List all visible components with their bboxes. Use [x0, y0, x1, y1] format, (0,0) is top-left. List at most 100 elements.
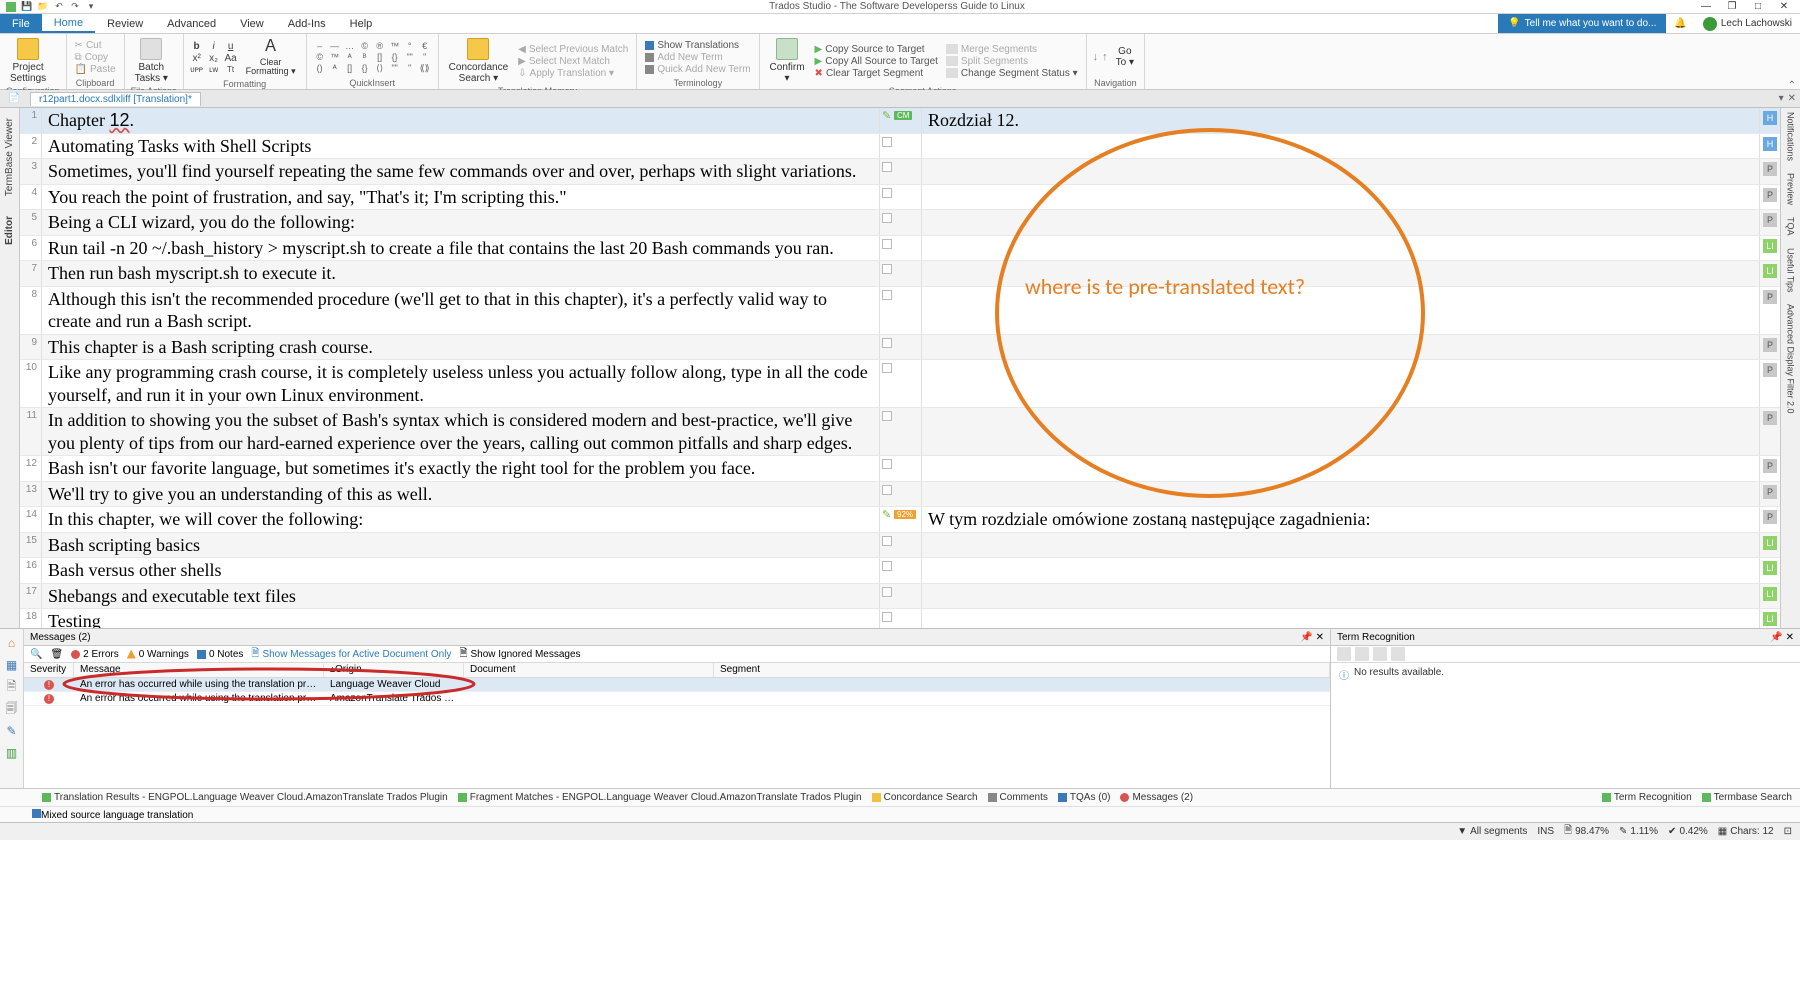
close-button[interactable]: ✕ [1774, 1, 1794, 13]
maximize-button[interactable]: □ [1748, 1, 1768, 13]
status-cell[interactable] [880, 261, 922, 286]
source-cell[interactable]: We'll try to give you an understanding o… [42, 482, 880, 507]
add-new-term[interactable]: Add New Term [643, 52, 752, 63]
source-cell[interactable]: Run tail -n 20 ~/.bash_history > myscrip… [42, 236, 880, 261]
status-cell[interactable] [880, 533, 922, 558]
target-cell[interactable] [922, 360, 1760, 407]
status-expand-icon[interactable]: ⊡ [1784, 826, 1792, 837]
nav-editor-icon[interactable]: ✎ [4, 723, 20, 739]
ql-open[interactable]: 📁 [36, 0, 50, 14]
tab-notifications[interactable]: Notifications [1786, 112, 1796, 161]
segment-row[interactable]: 14In this chapter, we will cover the fol… [20, 507, 1780, 533]
show-ignored[interactable]: 🗎 Show Ignored Messages [459, 646, 580, 663]
doc-close-icon[interactable]: ✕ [1788, 93, 1796, 104]
status-cell[interactable]: ✎92% [880, 507, 922, 532]
status-cell[interactable] [880, 185, 922, 210]
formatting-controls[interactable]: biu x²x₂Aa ᴜᴘᴘʟᴡTt [190, 41, 238, 74]
cut-button[interactable]: ✂ Cut [73, 40, 118, 51]
segment-row[interactable]: 1Chapter 12.✎CMRozdział 12.H [20, 108, 1780, 134]
target-cell[interactable] [922, 609, 1760, 628]
nav-reports-icon[interactable]: 🗐 [4, 701, 20, 717]
tr-tb1[interactable] [1337, 647, 1351, 661]
status-cell[interactable] [880, 236, 922, 261]
tab-addins[interactable]: Add-Ins [276, 14, 338, 33]
source-cell[interactable]: Sometimes, you'll find yourself repeatin… [42, 159, 880, 184]
source-cell[interactable]: Then run bash myscript.sh to execute it. [42, 261, 880, 286]
errors-chip[interactable]: 2 Errors [71, 649, 119, 660]
target-cell[interactable] [922, 408, 1760, 455]
termrec-close-icon[interactable]: ✕ [1786, 632, 1794, 643]
tr-tb3[interactable] [1373, 647, 1387, 661]
ql-undo[interactable]: ↶ [52, 0, 66, 14]
show-active-doc[interactable]: 🗎 Show Messages for Active Document Only [251, 646, 451, 663]
source-cell[interactable]: Automating Tasks with Shell Scripts [42, 134, 880, 159]
target-cell[interactable] [922, 584, 1760, 609]
merge-segments[interactable]: Merge Segments [944, 44, 1080, 55]
source-cell[interactable]: This chapter is a Bash scripting crash c… [42, 335, 880, 360]
clear-target[interactable]: ✖Clear Target Segment [813, 68, 940, 79]
nav-files-icon[interactable]: 🗎 [4, 679, 20, 695]
status-cell[interactable] [880, 335, 922, 360]
restore-button[interactable]: ❐ [1722, 1, 1742, 13]
btab-fragment[interactable]: Fragment Matches - ENGPOL.Language Weave… [458, 792, 862, 803]
source-cell[interactable]: Being a CLI wizard, you do the following… [42, 210, 880, 235]
doc-pin-icon[interactable]: ▾ [1779, 93, 1784, 104]
apply-translation[interactable]: ⇩ Apply Translation ▾ [516, 68, 630, 79]
status-cell[interactable] [880, 134, 922, 159]
segment-row[interactable]: 15Bash scripting basicsLI [20, 533, 1780, 559]
ql-redo[interactable]: ↷ [68, 0, 82, 14]
nav-tm-icon[interactable]: ▥ [4, 745, 20, 761]
btab-termrec[interactable]: Term Recognition [1602, 792, 1692, 803]
btab-tqas[interactable]: TQAs (0) [1058, 792, 1111, 803]
status-cell[interactable] [880, 482, 922, 507]
source-cell[interactable]: Chapter 12. [42, 108, 880, 133]
tab-view[interactable]: View [228, 14, 276, 33]
target-cell[interactable] [922, 456, 1760, 481]
concordance-button[interactable]: Concordance Search ▾ [445, 36, 512, 86]
target-cell[interactable] [922, 134, 1760, 159]
btab-mixed[interactable]: Mixed source language translation [32, 809, 193, 821]
copy-source-target[interactable]: ▶Copy Source to Target [813, 44, 940, 55]
user-badge[interactable]: Lech Lachowski [1695, 14, 1800, 33]
segment-row[interactable]: 18TestingLI [20, 609, 1780, 628]
btab-comments[interactable]: Comments [988, 792, 1048, 803]
termrec-pin-icon[interactable]: 📌 [1770, 632, 1782, 643]
split-segments[interactable]: Split Segments [944, 56, 1080, 67]
tab-termbase-viewer[interactable]: TermBase Viewer [4, 118, 15, 196]
status-cell[interactable]: ✎CM [880, 108, 922, 133]
source-cell[interactable]: Shebangs and executable text files [42, 584, 880, 609]
show-translations[interactable]: Show Translations [643, 40, 752, 51]
tab-review[interactable]: Review [95, 14, 155, 33]
nav-up-icon[interactable]: ↓↑ [1093, 51, 1108, 63]
segment-row[interactable]: 17Shebangs and executable text filesLI [20, 584, 1780, 610]
btab-concord[interactable]: Concordance Search [872, 792, 978, 803]
doc-tab[interactable]: r12part1.docx.sdlxliff [Translation]* [30, 92, 201, 106]
status-filter[interactable]: ▼ All segments [1457, 826, 1527, 837]
segment-row[interactable]: 2Automating Tasks with Shell ScriptsH [20, 134, 1780, 160]
source-cell[interactable]: Bash scripting basics [42, 533, 880, 558]
source-cell[interactable]: Testing [42, 609, 880, 628]
source-cell[interactable]: In this chapter, we will cover the follo… [42, 507, 880, 532]
warnings-chip[interactable]: 0 Warnings [127, 649, 189, 660]
source-cell[interactable]: Like any programming crash course, it is… [42, 360, 880, 407]
tab-display-filter[interactable]: Advanced Display Filter 2.0 [1786, 304, 1796, 414]
segment-row[interactable]: 5Being a CLI wizard, you do the followin… [20, 210, 1780, 236]
segment-row[interactable]: 13We'll try to give you an understanding… [20, 482, 1780, 508]
tab-tqa[interactable]: TQA [1786, 217, 1796, 236]
target-cell[interactable] [922, 236, 1760, 261]
btab-messages[interactable]: Messages (2) [1120, 792, 1193, 803]
tab-preview[interactable]: Preview [1786, 173, 1796, 205]
notifications-icon[interactable]: 🔔 [1666, 14, 1694, 33]
source-cell[interactable]: Although this isn't the recommended proc… [42, 287, 880, 334]
source-cell[interactable]: You reach the point of frustration, and … [42, 185, 880, 210]
quick-add-term[interactable]: Quick Add New Term [643, 64, 752, 75]
tab-advanced[interactable]: Advanced [155, 14, 228, 33]
tab-editor[interactable]: Editor [4, 216, 15, 245]
target-cell[interactable] [922, 482, 1760, 507]
source-cell[interactable]: In addition to showing you the subset of… [42, 408, 880, 455]
source-cell[interactable]: Bash versus other shells [42, 558, 880, 583]
copy-button[interactable]: ⧉ Copy [73, 52, 118, 63]
target-cell[interactable] [922, 287, 1760, 334]
segment-row[interactable]: 6Run tail -n 20 ~/.bash_history > myscri… [20, 236, 1780, 262]
message-row[interactable]: !An error has occurred while using the t… [24, 692, 1330, 706]
